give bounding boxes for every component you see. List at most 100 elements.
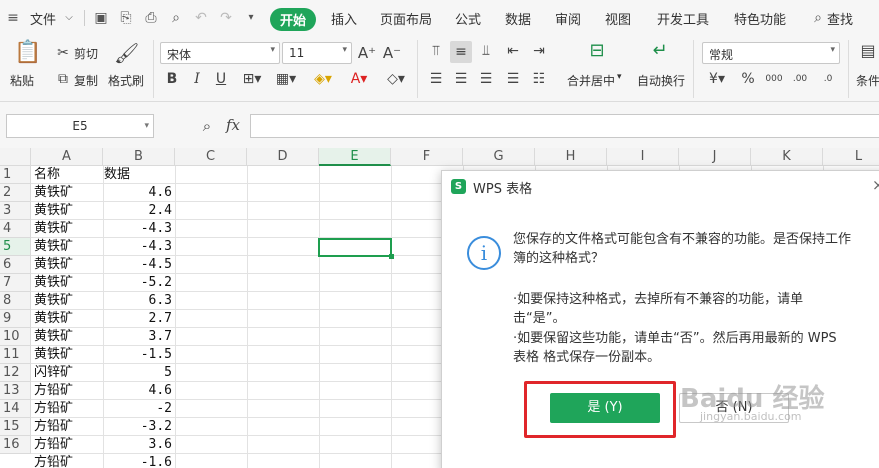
align-bottom-icon[interactable]: ⫫ [477, 42, 495, 60]
tab-formula[interactable]: 公式 [455, 9, 481, 28]
cell-a10[interactable]: 黄铁矿 [34, 328, 73, 346]
zoom-icon[interactable]: ⌕ [198, 117, 216, 135]
justify-icon[interactable]: ☰ [504, 70, 522, 88]
copy-button[interactable]: 复制 [74, 72, 98, 89]
copy-icon[interactable]: ⧉ [54, 70, 72, 88]
cell-b14[interactable]: -2 [104, 400, 172, 418]
number-format-select[interactable]: 常规 ▾ [702, 42, 840, 64]
tab-home[interactable]: 开始 [270, 8, 317, 31]
cell-b1[interactable]: 数据 [104, 166, 172, 184]
align-center-icon[interactable]: ☰ [452, 70, 470, 88]
cell-b7[interactable]: -5.2 [104, 274, 172, 292]
tab-special[interactable]: 特色功能 [734, 9, 786, 28]
customize-icon[interactable]: ▾ [242, 9, 260, 27]
currency-icon[interactable]: ¥▾ [706, 70, 728, 88]
align-right-icon[interactable]: ☰ [477, 70, 495, 88]
cell-b15[interactable]: -3.2 [104, 418, 172, 436]
thousands-icon[interactable]: 000 [764, 70, 784, 88]
name-box[interactable]: E5 ▾ [6, 114, 154, 138]
cell-b3[interactable]: 2.4 [104, 202, 172, 220]
align-middle-icon[interactable]: ≡ [452, 43, 470, 61]
row-header-10[interactable]: 10 [0, 328, 31, 346]
distributed-icon[interactable]: ☷ [530, 70, 548, 88]
conditional-format-icon[interactable]: ▤ [858, 42, 878, 60]
chevron-down-icon[interactable]: ▾ [617, 72, 622, 82]
cell-b5[interactable]: -4.3 [104, 238, 172, 256]
paste-icon[interactable]: 📋 [14, 40, 41, 66]
close-icon[interactable]: × [872, 176, 879, 194]
row-header-13[interactable]: 13 [0, 382, 31, 400]
cell-a1[interactable]: 名称 [34, 166, 60, 184]
cell-b9[interactable]: 2.7 [104, 310, 172, 328]
search-icon[interactable]: ⌕ [809, 9, 827, 27]
tab-developer[interactable]: 开发工具 [657, 9, 709, 28]
font-name-select[interactable]: 宋体 ▾ [160, 42, 280, 64]
column-header-g[interactable]: G [463, 148, 535, 166]
cell-a12[interactable]: 闪锌矿 [34, 364, 73, 382]
redo-icon[interactable]: ↷ [217, 9, 235, 27]
font-size-select[interactable]: 11 ▾ [282, 42, 352, 64]
increase-decimal-icon[interactable]: .00 [790, 70, 810, 88]
wrap-text-button[interactable]: 自动换行 [637, 72, 685, 89]
row-header-15[interactable]: 15 [0, 418, 31, 436]
cell-a13[interactable]: 方铅矿 [34, 382, 73, 400]
menu-icon[interactable]: ≡ [6, 9, 20, 27]
fx-icon[interactable]: fx [226, 116, 240, 134]
cell-b2[interactable]: 4.6 [104, 184, 172, 202]
cell-a5[interactable]: 黄铁矿 [34, 238, 73, 256]
format-painter-button[interactable]: 格式刷 [108, 72, 144, 89]
cell-a17[interactable]: 方铅矿 [34, 454, 73, 468]
cell-a9[interactable]: 黄铁矿 [34, 310, 73, 328]
cell-a6[interactable]: 黄铁矿 [34, 256, 73, 274]
cell-a7[interactable]: 黄铁矿 [34, 274, 73, 292]
format-painter-icon[interactable]: 🖌 [114, 40, 139, 66]
cell-a4[interactable]: 黄铁矿 [34, 220, 73, 238]
cell-b12[interactable]: 5 [104, 364, 172, 382]
clear-format-icon[interactable]: ◇▾ [383, 70, 409, 88]
row-header-8[interactable]: 8 [0, 292, 31, 310]
column-header-a[interactable]: A [31, 148, 103, 166]
column-header-c[interactable]: C [175, 148, 247, 166]
cell-b11[interactable]: -1.5 [104, 346, 172, 364]
undo-icon[interactable]: ↶ [192, 9, 210, 27]
chevron-down-icon[interactable]: ⌵ [60, 9, 78, 27]
row-header-1[interactable]: 1 [0, 166, 31, 184]
fill-color-icon[interactable]: ◈▾ [310, 70, 336, 88]
decrease-indent-icon[interactable]: ⇤ [504, 42, 522, 60]
row-header-16[interactable]: 16 [0, 436, 31, 454]
cell-a11[interactable]: 黄铁矿 [34, 346, 73, 364]
merge-center-icon[interactable]: ⊟ [585, 42, 609, 60]
search-button[interactable]: 查找 [827, 9, 853, 28]
column-header-d[interactable]: D [247, 148, 319, 166]
column-header-e[interactable]: E [319, 148, 391, 166]
cell-b8[interactable]: 6.3 [104, 292, 172, 310]
selected-cell-e5[interactable] [318, 238, 394, 259]
tab-data[interactable]: 数据 [505, 9, 531, 28]
cell-b6[interactable]: -4.5 [104, 256, 172, 274]
cell-a15[interactable]: 方铅矿 [34, 418, 73, 436]
font-color-icon[interactable]: A▾ [346, 70, 372, 88]
cut-icon[interactable]: ✂ [54, 44, 72, 62]
align-top-icon[interactable]: ⫪ [427, 42, 445, 60]
merge-center-button[interactable]: 合并居中 [567, 72, 615, 89]
percent-icon[interactable]: % [738, 70, 758, 88]
decrease-decimal-icon[interactable]: .0 [818, 70, 838, 88]
underline-icon[interactable]: U [212, 70, 230, 88]
column-header-i[interactable]: I [607, 148, 679, 166]
tab-insert[interactable]: 插入 [331, 9, 357, 28]
cell-a3[interactable]: 黄铁矿 [34, 202, 73, 220]
save-icon[interactable]: ▣ [92, 9, 110, 27]
print-preview-icon[interactable]: ⌕ [167, 9, 185, 27]
cell-a2[interactable]: 黄铁矿 [34, 184, 73, 202]
cut-button[interactable]: 剪切 [74, 45, 98, 62]
align-left-icon[interactable]: ☰ [427, 70, 445, 88]
column-header-l[interactable]: L [823, 148, 879, 166]
tab-review[interactable]: 审阅 [555, 9, 581, 28]
increase-indent-icon[interactable]: ⇥ [530, 42, 548, 60]
export-icon[interactable]: ⎘ [117, 9, 135, 27]
column-header-f[interactable]: F [391, 148, 463, 166]
fill-format-icon[interactable]: ▦▾ [274, 70, 298, 88]
column-header-b[interactable]: B [103, 148, 175, 166]
increase-font-icon[interactable]: A⁺ [357, 44, 377, 62]
bold-icon[interactable]: B [163, 70, 181, 88]
